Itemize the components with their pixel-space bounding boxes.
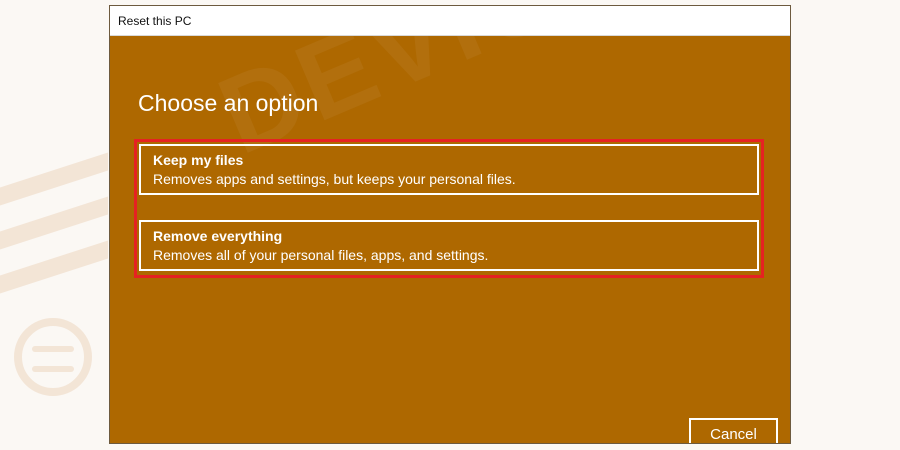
window-titlebar: Reset this PC xyxy=(110,6,790,36)
cancel-button[interactable]: Cancel xyxy=(689,418,778,443)
dialog-content: DEVICETRICKS Choose an option Keep my fi… xyxy=(110,36,790,443)
reset-pc-window: Reset this PC DEVICETRICKS Choose an opt… xyxy=(109,5,791,444)
background-stripe xyxy=(0,152,108,206)
option-description: Removes apps and settings, but keeps you… xyxy=(153,171,516,187)
dialog-heading: Choose an option xyxy=(138,90,319,116)
option-title: Keep my files xyxy=(153,152,244,168)
watermark-globe-icon xyxy=(14,318,92,396)
background-stripe xyxy=(0,240,108,294)
option-description: Removes all of your personal files, apps… xyxy=(153,247,489,263)
remove-everything-option[interactable]: Remove everything Removes all of your pe… xyxy=(139,220,759,271)
background-stripe xyxy=(0,196,108,250)
window-title: Reset this PC xyxy=(118,13,192,28)
keep-my-files-option[interactable]: Keep my files Removes apps and settings,… xyxy=(139,144,759,195)
option-title: Remove everything xyxy=(153,228,283,244)
